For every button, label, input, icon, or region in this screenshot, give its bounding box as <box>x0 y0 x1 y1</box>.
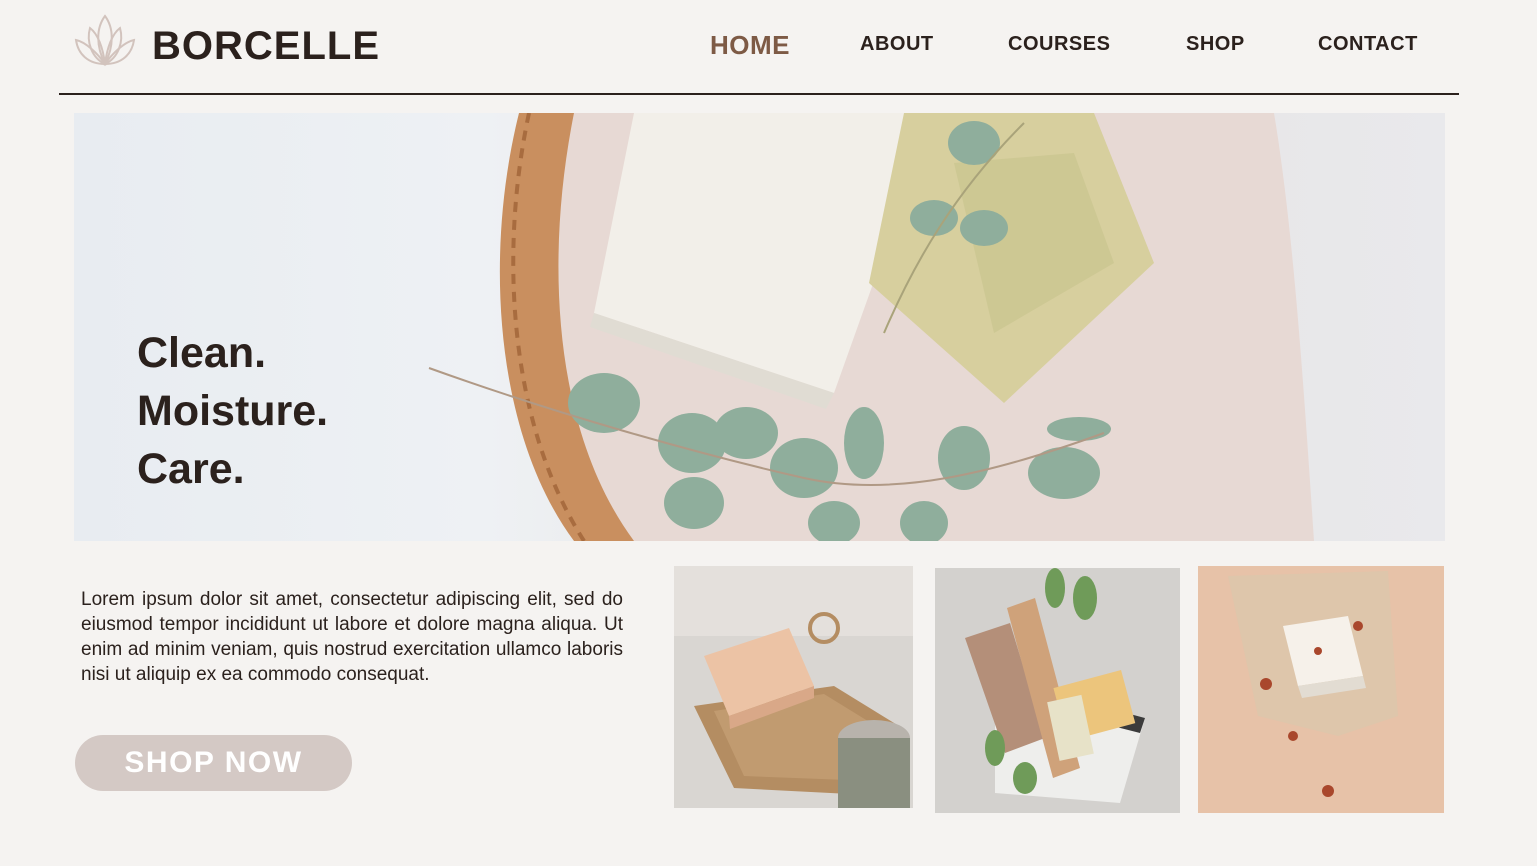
hero-headline-line-3: Care. <box>137 445 245 493</box>
product-image-soap-set[interactable] <box>935 568 1180 813</box>
nav-about[interactable]: ABOUT <box>860 33 934 56</box>
nav-courses[interactable]: COURSES <box>1008 33 1110 56</box>
nav-contact[interactable]: CONTACT <box>1318 33 1418 56</box>
product-image-soap-bar[interactable] <box>674 566 913 808</box>
header-divider <box>59 93 1459 95</box>
hero-headline-line-2: Moisture. <box>137 387 329 435</box>
lotus-icon[interactable] <box>72 12 138 68</box>
intro-paragraph: Lorem ipsum dolor sit amet, consectetur … <box>81 589 623 685</box>
hero-banner: Clean. Moisture. Care. <box>74 113 1445 541</box>
nav-shop[interactable]: SHOP <box>1186 33 1245 56</box>
brand-name[interactable]: BORCELLE <box>152 24 380 69</box>
hero-image <box>428 113 1314 541</box>
product-image-wrapped-soap[interactable] <box>1198 566 1444 813</box>
hero-headline-line-1: Clean. <box>137 329 267 377</box>
site-header: BORCELLE HOME ABOUT COURSES SHOP CONTACT <box>0 0 1537 95</box>
shop-now-button[interactable]: SHOP NOW <box>75 735 352 791</box>
nav-home[interactable]: HOME <box>710 30 790 61</box>
